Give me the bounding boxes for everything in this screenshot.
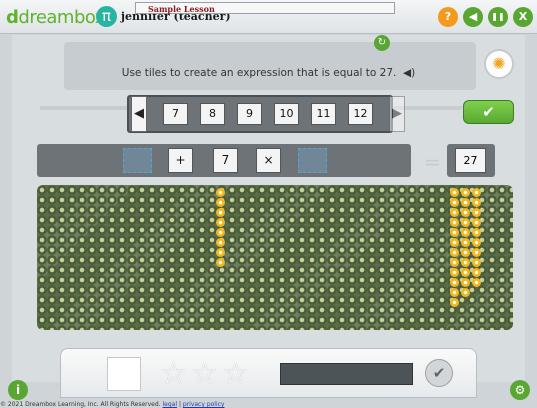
highlighted-peg	[450, 218, 459, 227]
sound-button[interactable]: ◀	[463, 7, 483, 27]
number-tile[interactable]: 7	[163, 103, 188, 125]
header-panel	[64, 42, 476, 90]
highlighted-peg	[216, 208, 225, 217]
number-tile[interactable]: 8	[200, 103, 225, 125]
highlighted-peg	[472, 238, 481, 247]
highlighted-peg	[472, 248, 481, 257]
highlighted-peg	[450, 238, 459, 247]
highlighted-peg	[216, 238, 225, 247]
highlighted-peg	[461, 208, 470, 217]
replay-arrow-icon[interactable]: ↻	[374, 35, 390, 51]
user-avatar-pi-icon: π	[96, 6, 117, 27]
footer-separator: |	[178, 401, 181, 408]
info-button[interactable]: i	[8, 380, 28, 400]
highlighted-peg	[472, 268, 481, 277]
star-icon: ☆	[191, 356, 218, 391]
highlighted-peg	[216, 198, 225, 207]
highlighted-peg	[450, 208, 459, 217]
gear-icon: ⚙	[514, 383, 526, 397]
highlighted-peg	[461, 268, 470, 277]
speaker-icon: ◀	[468, 10, 478, 23]
highlighted-peg	[461, 198, 470, 207]
highlighted-peg	[472, 228, 481, 237]
highlighted-peg	[472, 208, 481, 217]
highlighted-peg	[450, 268, 459, 277]
close-button[interactable]: X	[513, 7, 533, 27]
highlighted-peg	[216, 248, 225, 257]
highlighted-peg	[461, 278, 470, 287]
instructions: Use tiles to create an expression that i…	[0, 67, 537, 79]
copyright-text: © 2021 Dreambox Learning, Inc. All Right…	[0, 401, 161, 408]
tiles-next-button[interactable]: ▶	[389, 96, 405, 132]
highlighted-peg	[450, 278, 459, 287]
ribbon-label: Sample Lesson	[148, 4, 215, 14]
times-operator: ×	[256, 148, 281, 173]
highlighted-peg	[461, 238, 470, 247]
highlighted-peg	[461, 228, 470, 237]
submit-check-button[interactable]: ✔	[463, 100, 514, 124]
highlighted-peg	[450, 258, 459, 267]
equals-sign: =	[424, 150, 441, 174]
settings-button[interactable]: ⚙	[510, 380, 530, 400]
number-tile[interactable]: 10	[274, 103, 299, 125]
tiles-prev-button[interactable]: ◀	[131, 96, 147, 132]
star-icon: ☆	[222, 356, 249, 391]
answer-check-button[interactable]: ✔	[425, 359, 453, 387]
highlighted-peg	[450, 188, 459, 197]
highlighted-peg	[461, 218, 470, 227]
highlighted-peg	[461, 288, 470, 297]
highlighted-peg	[450, 248, 459, 257]
chevron-right-icon: ▶	[392, 106, 402, 121]
highlighted-peg	[450, 228, 459, 237]
checkmark-icon: ✔	[482, 103, 495, 121]
answer-field[interactable]	[280, 363, 413, 385]
peg-board	[37, 185, 513, 330]
highlighted-peg	[472, 198, 481, 207]
plus-operator: +	[168, 148, 193, 173]
lesson-ribbon: Sample Lesson	[135, 2, 395, 14]
target-value: 27	[455, 148, 486, 173]
number-tile[interactable]: 12	[348, 103, 373, 125]
highlighted-peg	[216, 188, 225, 197]
number-tile-fixed: 7	[213, 148, 238, 173]
highlighted-peg	[450, 198, 459, 207]
pause-button[interactable]: ❚❚	[488, 7, 508, 27]
hint-lightbulb-button[interactable]: ✺	[484, 49, 514, 79]
highlighted-peg	[472, 188, 481, 197]
highlighted-peg	[216, 218, 225, 227]
highlighted-peg	[472, 278, 481, 287]
footer: © 2021 Dreambox Learning, Inc. All Right…	[0, 401, 537, 408]
highlighted-peg	[472, 218, 481, 227]
instructions-text: Use tiles to create an expression that i…	[121, 67, 397, 79]
close-icon: X	[518, 10, 528, 23]
number-tile[interactable]: 11	[311, 103, 336, 125]
reward-card	[107, 357, 141, 391]
privacy-policy-link[interactable]: privacy policy	[183, 401, 225, 408]
highlighted-peg	[461, 258, 470, 267]
question-icon: ?	[444, 10, 452, 23]
highlighted-peg	[216, 228, 225, 237]
dreambox-logo: ddreambox	[6, 7, 105, 28]
star-icon: ☆	[160, 356, 187, 391]
highlighted-peg	[216, 258, 225, 267]
highlighted-peg	[461, 248, 470, 257]
chevron-left-icon: ◀	[134, 106, 144, 121]
empty-tile-slot[interactable]	[298, 148, 327, 173]
highlighted-peg	[450, 288, 459, 297]
info-icon: i	[15, 383, 21, 397]
speaker-icon[interactable]: ◀)	[400, 67, 415, 79]
lightbulb-icon: ✺	[492, 54, 506, 73]
pause-icon: ❚❚	[491, 12, 505, 21]
highlighted-peg	[472, 258, 481, 267]
highlighted-peg	[450, 298, 459, 307]
number-tile[interactable]: 9	[237, 103, 262, 125]
left-rail	[40, 106, 128, 110]
legal-link[interactable]: legal	[163, 401, 178, 408]
highlighted-peg	[461, 188, 470, 197]
checkmark-icon: ✔	[432, 364, 446, 382]
empty-tile-slot[interactable]	[123, 148, 152, 173]
help-button[interactable]: ?	[438, 7, 458, 27]
